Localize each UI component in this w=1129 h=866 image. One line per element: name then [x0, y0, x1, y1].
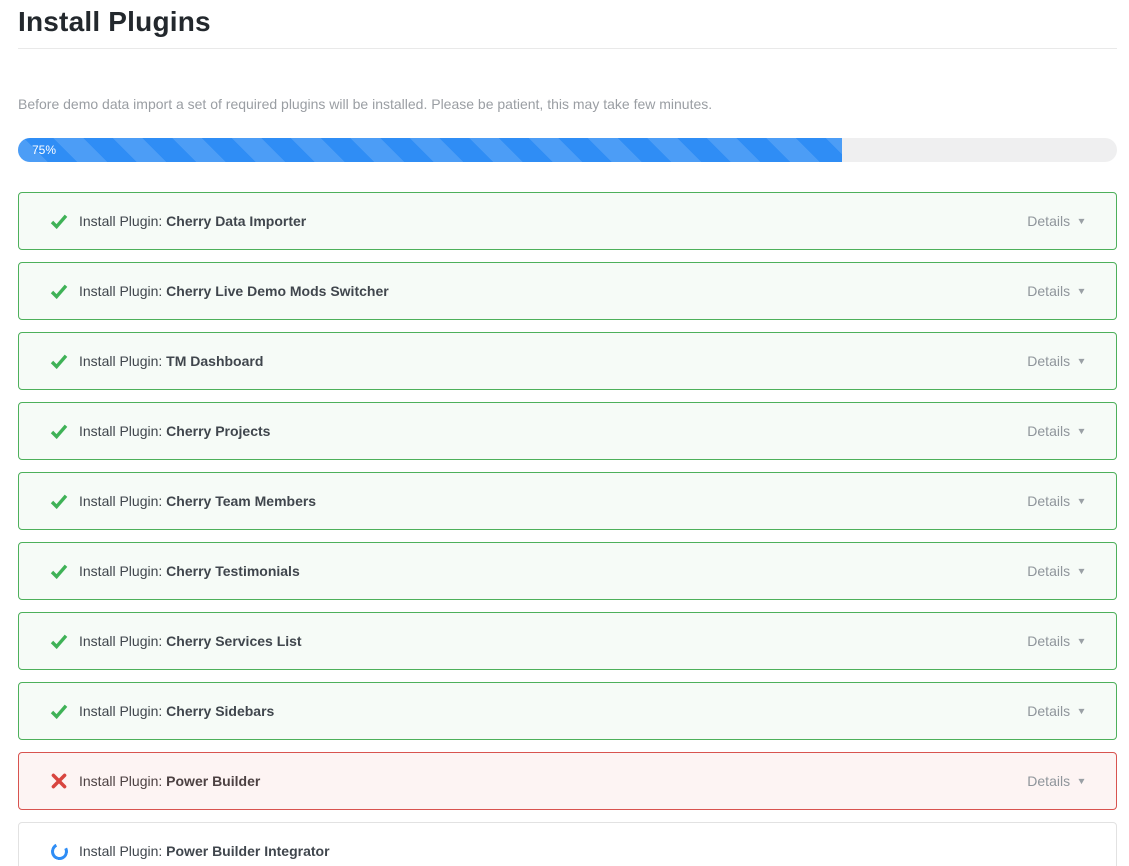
plugin-row-prefix: Install Plugin: [79, 493, 166, 509]
details-label: Details [1027, 563, 1070, 579]
plugin-row: Install Plugin: Cherry Team Members Deta… [18, 472, 1117, 530]
plugin-row-text: Install Plugin: Cherry Services List [79, 633, 302, 649]
plugin-row-text: Install Plugin: Power Builder Integrator [79, 843, 330, 859]
chevron-down-icon: ▼ [1076, 497, 1086, 506]
plugin-name: Cherry Testimonials [166, 563, 300, 579]
plugin-row-text: Install Plugin: TM Dashboard [79, 353, 263, 369]
plugin-name: Power Builder [166, 773, 260, 789]
details-toggle[interactable]: Details ▼ [1027, 773, 1086, 789]
details-toggle[interactable]: Details ▼ [1027, 423, 1086, 439]
check-icon [49, 561, 69, 581]
plugin-row-prefix: Install Plugin: [79, 213, 166, 229]
plugin-name: TM Dashboard [166, 353, 263, 369]
details-label: Details [1027, 773, 1070, 789]
plugin-name: Cherry Team Members [166, 493, 316, 509]
details-toggle[interactable]: Details ▼ [1027, 213, 1086, 229]
page-title: Install Plugins [18, 2, 1117, 49]
details-toggle[interactable]: Details ▼ [1027, 563, 1086, 579]
details-label: Details [1027, 493, 1070, 509]
page-description: Before demo data import a set of require… [18, 94, 1117, 114]
plugin-row-prefix: Install Plugin: [79, 633, 166, 649]
check-icon [49, 351, 69, 371]
details-label: Details [1027, 633, 1070, 649]
plugin-row: Install Plugin: Cherry Data Importer Det… [18, 192, 1117, 250]
plugin-name: Power Builder Integrator [166, 843, 329, 859]
details-toggle[interactable]: Details ▼ [1027, 353, 1086, 369]
plugin-row: Install Plugin: Cherry Projects Details … [18, 402, 1117, 460]
check-icon [49, 631, 69, 651]
details-toggle[interactable]: Details ▼ [1027, 703, 1086, 719]
details-label: Details [1027, 283, 1070, 299]
chevron-down-icon: ▼ [1076, 427, 1086, 436]
progress-bar-fill: 75% [18, 138, 842, 162]
plugin-row-prefix: Install Plugin: [79, 843, 166, 859]
plugin-name: Cherry Live Demo Mods Switcher [166, 283, 389, 299]
plugin-row: Install Plugin: Power Builder Integrator [18, 822, 1117, 866]
check-icon [49, 421, 69, 441]
details-label: Details [1027, 213, 1070, 229]
chevron-down-icon: ▼ [1076, 637, 1086, 646]
plugin-list: Install Plugin: Cherry Data Importer Det… [18, 192, 1117, 866]
chevron-down-icon: ▼ [1076, 287, 1086, 296]
details-label: Details [1027, 423, 1070, 439]
progress-bar: 75% [18, 138, 1117, 162]
plugin-row-text: Install Plugin: Cherry Team Members [79, 493, 316, 509]
plugin-row-prefix: Install Plugin: [79, 353, 166, 369]
plugin-row-text: Install Plugin: Cherry Live Demo Mods Sw… [79, 283, 389, 299]
plugin-row: Install Plugin: Cherry Services List Det… [18, 612, 1117, 670]
chevron-down-icon: ▼ [1076, 567, 1086, 576]
plugin-row-prefix: Install Plugin: [79, 563, 166, 579]
check-icon [49, 491, 69, 511]
plugin-row: Install Plugin: Cherry Live Demo Mods Sw… [18, 262, 1117, 320]
install-plugins-page: Install Plugins Before demo data import … [0, 0, 1129, 866]
plugin-row-text: Install Plugin: Cherry Sidebars [79, 703, 274, 719]
plugin-row: Install Plugin: Cherry Testimonials Deta… [18, 542, 1117, 600]
details-toggle[interactable]: Details ▼ [1027, 633, 1086, 649]
details-label: Details [1027, 353, 1070, 369]
plugin-row-text: Install Plugin: Cherry Data Importer [79, 213, 306, 229]
plugin-name: Cherry Projects [166, 423, 270, 439]
plugin-row-text: Install Plugin: Cherry Projects [79, 423, 270, 439]
progress-percent-label: 75% [18, 143, 56, 157]
plugin-row-prefix: Install Plugin: [79, 773, 166, 789]
check-icon [49, 281, 69, 301]
plugin-row-prefix: Install Plugin: [79, 283, 166, 299]
plugin-row-prefix: Install Plugin: [79, 703, 166, 719]
spinner-icon [49, 841, 69, 861]
details-toggle[interactable]: Details ▼ [1027, 493, 1086, 509]
chevron-down-icon: ▼ [1076, 357, 1086, 366]
plugin-row-text: Install Plugin: Cherry Testimonials [79, 563, 300, 579]
details-toggle[interactable]: Details ▼ [1027, 283, 1086, 299]
plugin-row: Install Plugin: Power Builder Details ▼ [18, 752, 1117, 810]
chevron-down-icon: ▼ [1076, 777, 1086, 786]
chevron-down-icon: ▼ [1076, 707, 1086, 716]
plugin-row-text: Install Plugin: Power Builder [79, 773, 260, 789]
x-icon [49, 771, 69, 791]
plugin-row-prefix: Install Plugin: [79, 423, 166, 439]
plugin-name: Cherry Sidebars [166, 703, 274, 719]
plugin-name: Cherry Services List [166, 633, 301, 649]
plugin-name: Cherry Data Importer [166, 213, 306, 229]
check-icon [49, 211, 69, 231]
chevron-down-icon: ▼ [1076, 217, 1086, 226]
details-label: Details [1027, 703, 1070, 719]
check-icon [49, 701, 69, 721]
plugin-row: Install Plugin: Cherry Sidebars Details … [18, 682, 1117, 740]
plugin-row: Install Plugin: TM Dashboard Details ▼ [18, 332, 1117, 390]
